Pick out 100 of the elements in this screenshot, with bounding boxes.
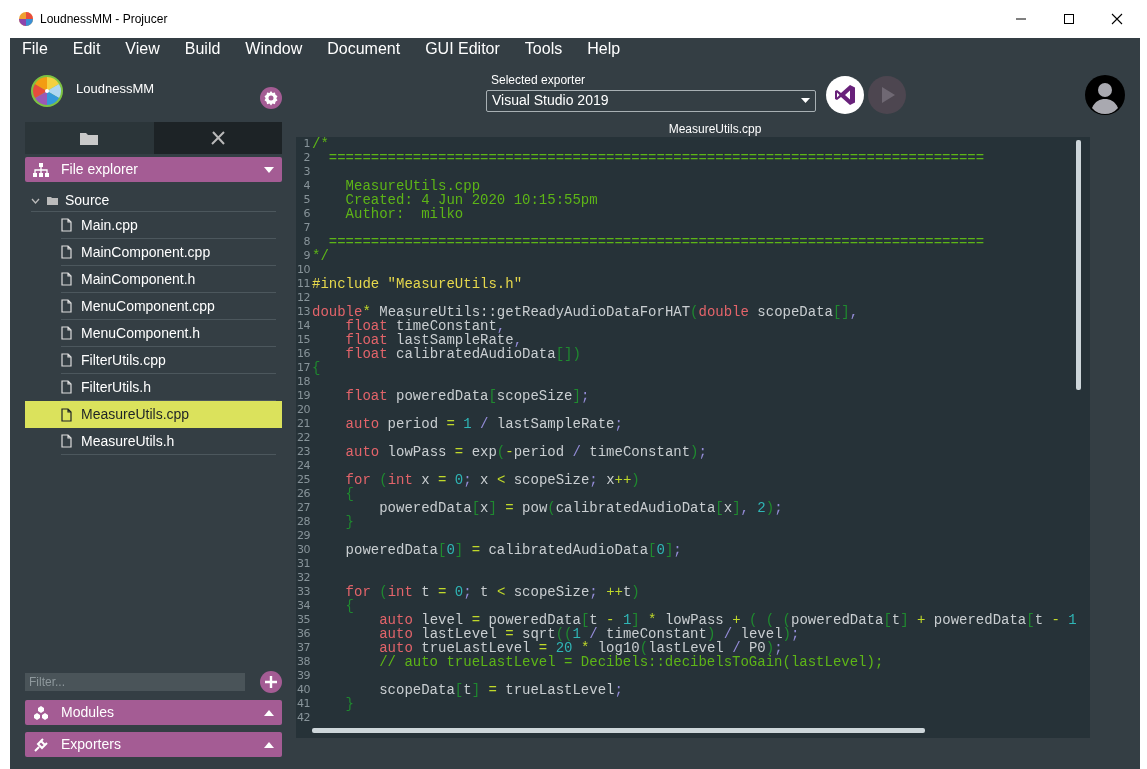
line-number: 42: [296, 711, 310, 725]
tree-item[interactable]: FilterUtils.cpp: [25, 347, 282, 374]
line-number: 30: [296, 543, 310, 557]
close-icon[interactable]: [1111, 13, 1123, 25]
line-number: 34: [296, 599, 310, 613]
line-number: 21: [296, 417, 310, 431]
settings-icon[interactable]: [260, 87, 282, 109]
file-icon: [61, 299, 72, 313]
code-line: ==============================================================================: [328, 235, 985, 249]
file-icon: [61, 326, 72, 340]
code-line: {: [312, 361, 321, 375]
menu-item[interactable]: Tools: [524, 39, 563, 59]
code-editor[interactable]: [296, 137, 1090, 738]
line-number: 29: [296, 529, 310, 543]
tree-item[interactable]: MeasureUtils.h: [25, 428, 282, 455]
ide-logo-icon[interactable]: [826, 76, 864, 114]
line-number: 5: [302, 193, 310, 207]
code-line: auto period = 1 / lastSampleRate;: [344, 417, 623, 431]
line-number: 31: [296, 557, 310, 571]
line-number: 33: [296, 585, 310, 599]
line-number: 36: [296, 627, 310, 641]
file-explorer-header[interactable]: File explorer: [25, 157, 282, 182]
menu-item[interactable]: Document: [327, 39, 401, 59]
code-line: auto lastLevel = sqrt((1 / timeConstant) / level);: [378, 627, 800, 641]
code-line: }: [344, 697, 354, 711]
panel-header[interactable]: Exporters: [25, 732, 282, 757]
code-line: // auto trueLastLevel = Decibels::decibelsToGain(lastLevel);: [378, 655, 884, 669]
tree-item[interactable]: MeasureUtils.cpp: [25, 401, 282, 428]
file-icon: [61, 272, 72, 286]
scrollbar[interactable]: [312, 728, 925, 733]
code-line: {: [344, 487, 354, 501]
line-number: 7: [302, 221, 310, 235]
file-icon: [61, 218, 72, 232]
line-number: 9: [302, 249, 310, 263]
menu-item[interactable]: Build: [184, 39, 221, 59]
tree-item[interactable]: MenuComponent.cpp: [25, 293, 282, 320]
menu-item[interactable]: Edit: [72, 39, 101, 59]
code-line: */: [312, 249, 329, 263]
code-line: for (int x = 0; x < scopeSize; x++): [344, 473, 640, 487]
tree-item[interactable]: Main.cpp: [25, 212, 282, 239]
line-number: 16: [296, 347, 310, 361]
code-line: poweredData[0] = calibratedAudioData[0];: [344, 543, 682, 557]
add-icon[interactable]: [260, 671, 282, 693]
file-icon: [61, 407, 72, 422]
code-line: double* MeasureUtils::getReadyAudioDataForHAT(double scopeData[],: [312, 305, 859, 319]
exporter-dropdown[interactable]: Visual Studio 2019: [486, 89, 816, 112]
exporter-label: Selected exporter: [491, 71, 587, 89]
line-number: 37: [296, 641, 310, 655]
code-line: poweredData[x] = pow(calibratedAudioData[x], 2);: [378, 501, 783, 515]
line-number: 2: [302, 151, 310, 165]
menu-item[interactable]: Help: [587, 39, 621, 59]
file-icon: [61, 434, 72, 448]
sitemap-icon: [33, 162, 49, 177]
editor-title: MeasureUtils.cpp: [668, 122, 762, 137]
line-number: 24: [296, 459, 310, 473]
line-number: 20: [296, 403, 310, 417]
code-line: float calibratedAudioData[]): [344, 347, 581, 361]
maximize-icon[interactable]: [1063, 13, 1075, 25]
tree-item[interactable]: MainComponent.h: [25, 266, 282, 293]
tree-item[interactable]: MenuComponent.h: [25, 320, 282, 347]
caret-icon: [801, 98, 810, 103]
line-number: 19: [296, 389, 310, 403]
project-logo: [30, 74, 64, 108]
line-number: 12: [296, 291, 310, 305]
file-icon: [61, 380, 72, 394]
project-name: LoudnessMM: [76, 80, 155, 99]
sidebar-tab[interactable]: [25, 122, 154, 154]
panel-header[interactable]: Modules: [25, 700, 282, 725]
line-number: 38: [296, 655, 310, 669]
code-line: Created: 4 Jun 2020 10:15:55pm: [344, 193, 598, 207]
code-line: float poweredData[scopeSize];: [344, 389, 590, 403]
tree-item[interactable]: MainComponent.cpp: [25, 239, 282, 266]
menu-item[interactable]: File: [22, 39, 48, 59]
line-number: 18: [296, 375, 310, 389]
filter-field[interactable]: Filter...: [25, 673, 245, 691]
chevron-icon[interactable]: [31, 197, 40, 204]
folder-label[interactable]: Source: [65, 190, 110, 211]
folder-icon: [47, 196, 58, 205]
line-number: 11: [296, 277, 310, 291]
line-number: 23: [296, 445, 310, 459]
code-line: auto level = poweredData[t - 1] * lowPass + ( ( (poweredData[t] + poweredData[t - 1: [378, 613, 1077, 627]
code-line: }: [344, 515, 354, 529]
menu-item[interactable]: Window: [245, 39, 303, 59]
avatar-icon[interactable]: [1085, 75, 1125, 115]
code-line: auto lowPass = exp(-period / timeConstant);: [344, 445, 707, 459]
code-line: float timeConstant,: [344, 319, 506, 333]
file-icon: [61, 353, 72, 367]
line-number: 4: [302, 179, 310, 193]
scrollbar[interactable]: [1076, 140, 1081, 390]
code-line: float lastSampleRate,: [344, 333, 523, 347]
menu-item[interactable]: GUI Editor: [425, 39, 500, 59]
line-number: 40: [296, 683, 310, 697]
line-number: 32: [296, 571, 310, 585]
code-line: {: [344, 599, 354, 613]
code-line: ==============================================================================: [327, 151, 985, 165]
line-number: 27: [296, 501, 310, 515]
code-line: MeasureUtils.cpp: [344, 179, 481, 193]
menu-item[interactable]: View: [125, 39, 160, 59]
code-line: auto trueLastLevel = 20 * log10(lastLevel / P0);: [378, 641, 783, 655]
folder-icon: [79, 130, 100, 146]
